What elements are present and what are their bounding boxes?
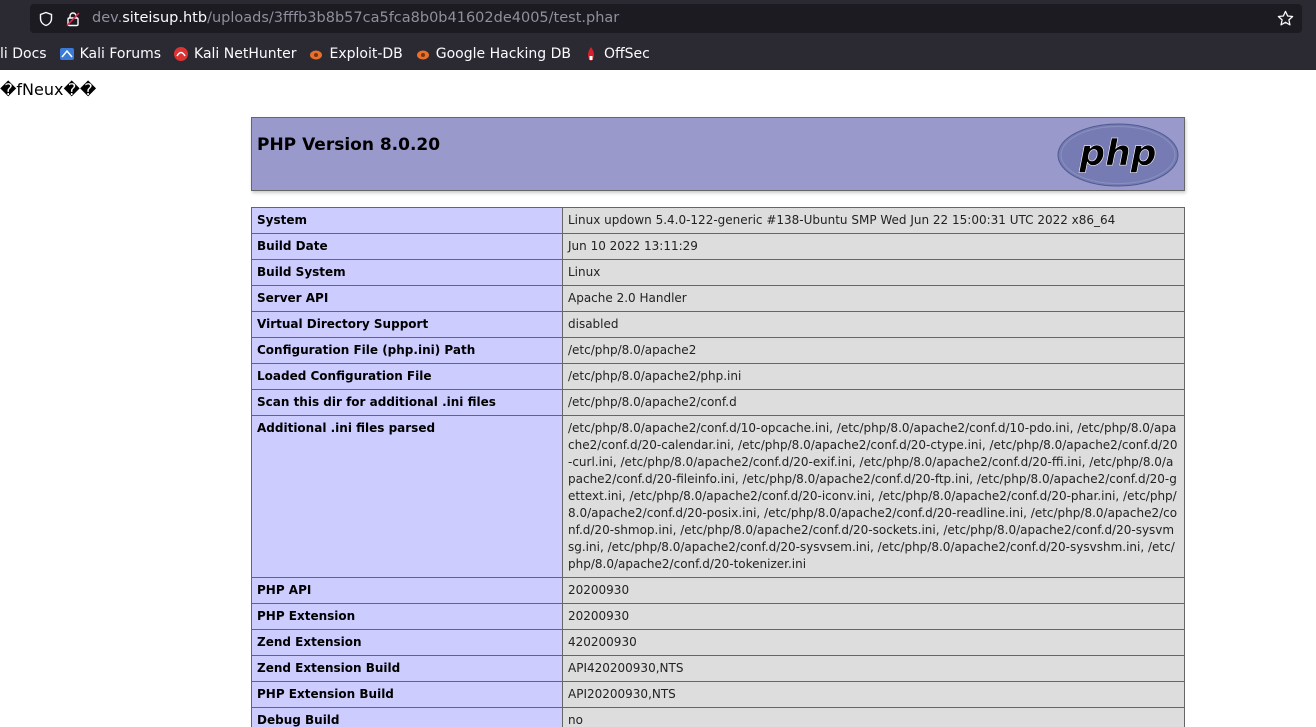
bookmark-label: Kali Forums xyxy=(79,46,162,62)
setting-key: Server API xyxy=(251,285,563,312)
setting-value: /etc/php/8.0/apache2/conf.d/10-opcache.i… xyxy=(562,415,1185,578)
table-row: Build System Linux xyxy=(251,259,1185,286)
setting-key: Loaded Configuration File xyxy=(251,363,563,390)
setting-key: Build System xyxy=(251,259,563,286)
url-prefix: dev. xyxy=(92,10,123,26)
phpinfo-container: PHP Version 8.0.20 php System Linux updow… xyxy=(251,117,1185,727)
setting-key: PHP Extension xyxy=(251,603,563,630)
bookmark-label: Kali NetHunter xyxy=(194,46,297,62)
setting-value: 20200930 xyxy=(562,577,1185,604)
phpinfo-header: PHP Version 8.0.20 php xyxy=(251,117,1185,191)
php-logo-icon[interactable]: php xyxy=(1057,123,1179,191)
setting-value: 420200930 xyxy=(562,629,1185,656)
bookmark-kali-forums[interactable]: Kali Forums xyxy=(59,46,161,62)
setting-value: no xyxy=(562,707,1185,727)
setting-value: Linux xyxy=(562,259,1185,286)
table-row: Build Date Jun 10 2022 13:11:29 xyxy=(251,233,1185,260)
php-version-title: PHP Version 8.0.20 xyxy=(257,135,441,155)
table-row: PHP Extension 20200930 xyxy=(251,603,1185,630)
bookmark-kali-docs[interactable]: li Docs xyxy=(0,46,47,62)
table-row: Zend Extension Build API420200930,NTS xyxy=(251,655,1185,682)
table-row: PHP Extension Build API20200930,NTS xyxy=(251,681,1185,708)
exploitdb-icon xyxy=(308,46,324,62)
url-domain: siteisup.htb xyxy=(122,10,208,26)
offsec-icon xyxy=(583,46,599,62)
setting-value: Apache 2.0 Handler xyxy=(562,285,1185,312)
bookmark-exploit-db[interactable]: Exploit-DB xyxy=(308,46,403,62)
table-row: Debug Build no xyxy=(251,707,1185,727)
setting-key: PHP API xyxy=(251,577,563,604)
table-row: Virtual Directory Support disabled xyxy=(251,311,1185,338)
setting-value: API20200930,NTS xyxy=(562,681,1185,708)
setting-key: Debug Build xyxy=(251,707,563,727)
bookmark-label: OffSec xyxy=(603,46,650,62)
php-logo-text: php xyxy=(1078,133,1156,174)
table-row: Loaded Configuration File/etc/php/8.0/ap… xyxy=(251,363,1185,390)
setting-key: Zend Extension xyxy=(251,629,563,656)
table-row: Zend Extension 420200930 xyxy=(251,629,1185,656)
shield-icon[interactable] xyxy=(36,4,56,33)
bookmark-google-hacking-db[interactable]: Google Hacking DB xyxy=(415,46,571,62)
url-text[interactable]: dev.siteisup.htb/uploads/3fffb3b8b57ca5f… xyxy=(92,4,619,33)
bookmark-label: Google Hacking DB xyxy=(435,46,571,62)
setting-value: disabled xyxy=(562,311,1185,338)
setting-value: 20200930 xyxy=(562,603,1185,630)
table-row: Server API Apache 2.0 Handler xyxy=(251,285,1185,312)
setting-value: API420200930,NTS xyxy=(562,655,1185,682)
setting-key: Build Date xyxy=(251,233,563,260)
setting-key: PHP Extension Build xyxy=(251,681,563,708)
setting-value: /etc/php/8.0/apache2 xyxy=(562,337,1185,364)
ghdb-icon xyxy=(415,46,431,62)
setting-key: Virtual Directory Support xyxy=(251,311,563,338)
bookmark-label: Exploit-DB xyxy=(329,46,403,62)
address-bar[interactable]: dev.siteisup.htb/uploads/3fffb3b8b57ca5f… xyxy=(30,4,1302,33)
setting-value: Jun 10 2022 13:11:29 xyxy=(562,233,1185,260)
browser-chrome: dev.siteisup.htb/uploads/3fffb3b8b57ca5f… xyxy=(0,0,1316,70)
setting-key: Scan this dir for additional .ini files xyxy=(251,389,563,416)
setting-value: Linux updown 5.4.0-122-generic #138-Ubun… xyxy=(562,207,1185,234)
nethunter-icon xyxy=(173,46,189,62)
setting-key: Configuration File (php.ini) Path xyxy=(251,337,563,364)
bookmarks-toolbar: li Docs Kali Forums Kali NetHunter Explo… xyxy=(0,40,662,68)
insecure-lock-icon[interactable] xyxy=(63,4,83,33)
bookmark-star-icon[interactable] xyxy=(1274,4,1296,33)
bookmark-offsec[interactable]: OffSec xyxy=(583,46,650,62)
phpinfo-table: System Linux updown 5.4.0-122-generic #13… xyxy=(251,207,1185,727)
table-row: Scan this dir for additional .ini files /… xyxy=(251,389,1185,416)
table-row: System Linux updown 5.4.0-122-generic #13… xyxy=(251,207,1185,234)
table-row: PHP API 20200930 xyxy=(251,577,1185,604)
bookmark-kali-nethunter[interactable]: Kali NetHunter xyxy=(173,46,296,62)
setting-value: /etc/php/8.0/apache2/php.ini xyxy=(562,363,1185,390)
url-path: /uploads/3fffb3b8b57ca5fca8b0b41602de400… xyxy=(207,10,620,26)
setting-value: /etc/php/8.0/apache2/conf.d xyxy=(562,389,1185,416)
binary-output-text: �fNeux�� xyxy=(0,80,97,99)
kali-forums-icon xyxy=(59,46,75,62)
table-row: Configuration File (php.ini) Path/etc/ph… xyxy=(251,337,1185,364)
bookmark-label: li Docs xyxy=(0,46,47,62)
table-row: Additional .ini files parsed/etc/php/8.0… xyxy=(251,415,1185,578)
setting-key: Zend Extension Build xyxy=(251,655,563,682)
setting-key: System xyxy=(251,207,563,234)
setting-key: Additional .ini files parsed xyxy=(251,415,563,578)
